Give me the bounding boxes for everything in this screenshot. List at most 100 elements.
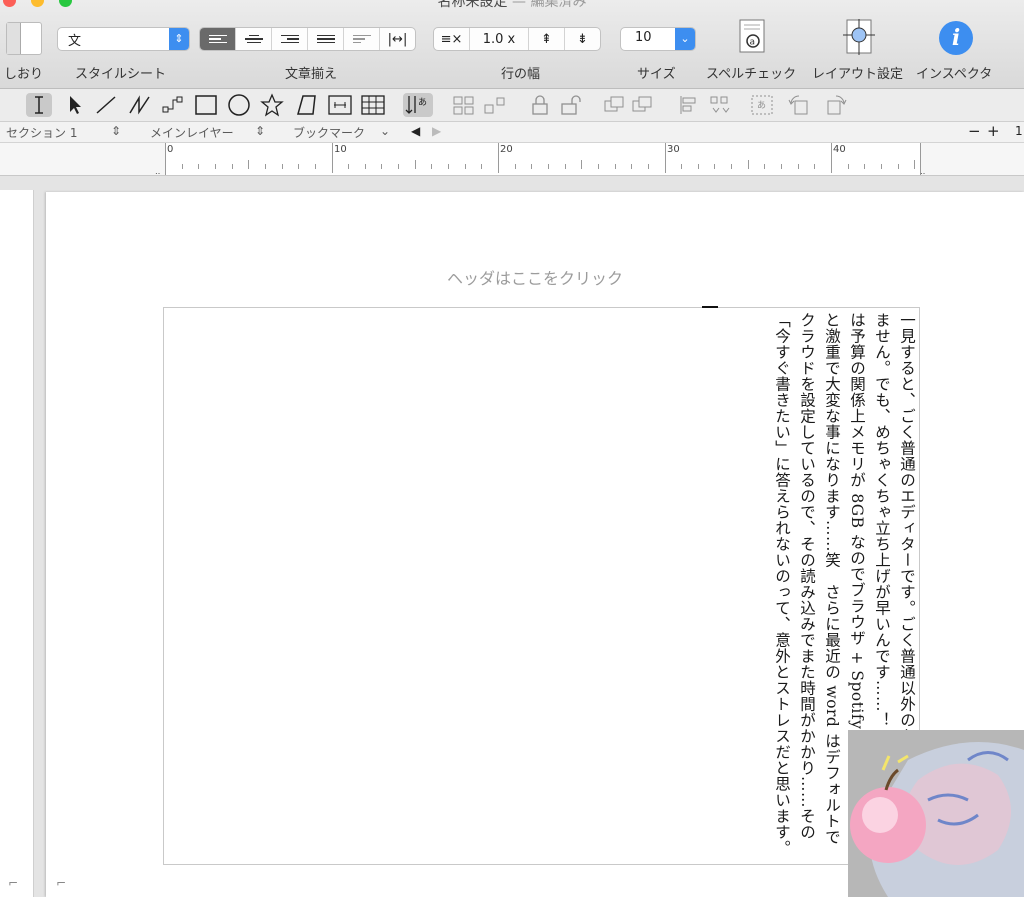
ruler-tick — [181, 164, 183, 169]
ruler-tick — [531, 164, 533, 169]
lock-icon — [532, 95, 548, 115]
spellcheck-label: スペルチェック — [706, 67, 797, 82]
polygon-icon — [297, 95, 316, 115]
lock-tool[interactable] — [527, 93, 553, 117]
group-icon — [453, 96, 474, 115]
ruler-mark: 40 — [833, 144, 846, 155]
align-left-button[interactable] — [200, 28, 236, 50]
vertical-text-tool[interactable]: あ — [403, 93, 433, 117]
align-objects-tool[interactable] — [677, 93, 737, 117]
ellipse-tool[interactable] — [226, 93, 252, 117]
rectangle-icon — [195, 95, 217, 115]
ruler-tick — [747, 160, 749, 169]
star-tool[interactable] — [259, 93, 285, 117]
zoom-in-button[interactable]: + — [987, 122, 1000, 140]
justify-button[interactable] — [308, 28, 344, 50]
table-icon — [361, 95, 385, 115]
ruler-tick — [714, 164, 716, 169]
chevron-down-icon: ⌄ — [675, 28, 695, 50]
toolbar: 名称未設定 — 編集済み しおり 文 ⇕ スタイルシート |↔| 文章揃え ≡×… — [0, 0, 1024, 89]
line-spacing-label: 行の幅 — [501, 67, 541, 82]
table-tool[interactable] — [360, 93, 386, 117]
clear-spacing-button[interactable]: ≡× — [434, 28, 470, 50]
ruler-tick — [614, 164, 616, 169]
text-box-icon — [328, 95, 352, 115]
arrow-tool[interactable] — [61, 93, 87, 117]
polygon-tool[interactable] — [294, 93, 320, 117]
ruler-tick — [214, 164, 216, 169]
svg-text:a: a — [750, 38, 756, 48]
ungroup-tool[interactable] — [482, 93, 508, 117]
line-spacing-value[interactable]: 1.0 x — [470, 28, 529, 50]
ruler-tick — [248, 160, 250, 169]
page-corner-mark: ⌐ — [8, 876, 19, 890]
bookmark-select[interactable]: ブックマーク — [293, 124, 365, 141]
align-right-icon — [280, 34, 299, 44]
layout-settings-button[interactable] — [843, 19, 875, 55]
rectangle-tool[interactable] — [193, 93, 219, 117]
distribute-button[interactable]: |↔| — [380, 28, 415, 50]
apple-illustration — [850, 742, 1024, 897]
align-center-button[interactable] — [236, 28, 272, 50]
previous-arrow-icon[interactable]: ◀ — [411, 124, 420, 138]
ruler-tick — [381, 164, 383, 169]
distribute-icon: あ — [751, 95, 773, 115]
next-arrow-icon[interactable]: ▶ — [432, 124, 441, 138]
ruler-tick — [797, 164, 799, 169]
rotate-left-tool[interactable] — [787, 93, 813, 117]
connector-tool[interactable] — [160, 93, 186, 117]
inspector-button[interactable]: i — [939, 21, 973, 55]
justify-icon — [316, 34, 335, 44]
zoom-out-button[interactable]: − — [968, 122, 981, 140]
text-cursor-icon — [35, 96, 43, 114]
text-box-tool[interactable] — [327, 93, 353, 117]
right-indent-marker-icon[interactable]: ‥ — [920, 167, 925, 176]
svg-text:あ: あ — [757, 100, 766, 111]
clear-format-icon: ≡× — [440, 31, 463, 47]
ruler-tick — [731, 164, 733, 169]
rotate-right-tool[interactable] — [822, 93, 848, 117]
ruler-tick — [831, 143, 832, 173]
align-right-button[interactable] — [272, 28, 308, 50]
line-spacing-decrease-icon: ⇞ — [541, 31, 552, 47]
decrease-spacing-button[interactable]: ⇞ — [529, 28, 565, 50]
line-icon — [96, 96, 116, 114]
star-icon — [260, 93, 284, 117]
bookmarks-toggle-button[interactable] — [6, 22, 42, 55]
horizontal-ruler[interactable]: 0 10 20 30 40 ‥ ‥ — [0, 143, 1024, 176]
ruler-tick — [414, 160, 416, 169]
align-icon — [680, 96, 730, 114]
line-spacing-control: ≡× 1.0 x ⇞ ⇟ — [433, 27, 601, 51]
distribute-tool[interactable]: あ — [749, 93, 775, 117]
layout-settings-icon — [843, 19, 875, 55]
ruler-tick — [864, 164, 866, 169]
ruler-tick — [464, 164, 466, 169]
align-center-icon — [244, 34, 263, 44]
ruler-tick — [314, 164, 316, 169]
line-tool[interactable] — [93, 93, 119, 117]
ruler-mark: 0 — [167, 144, 174, 155]
grid-align-button[interactable] — [344, 28, 380, 50]
group-tool[interactable] — [451, 93, 477, 117]
connector-icon — [162, 96, 183, 113]
spellcheck-button[interactable]: a — [738, 19, 768, 55]
header-placeholder[interactable]: ヘッダはここをクリック — [46, 265, 1024, 289]
unlock-tool[interactable] — [558, 93, 584, 117]
font-size-select[interactable]: 10 ⌄ — [620, 27, 696, 51]
section-select[interactable]: セクション 1 — [6, 124, 77, 141]
layout-settings-label: レイアウト設定 — [812, 67, 904, 82]
spellcheck-icon: a — [739, 19, 765, 53]
stylesheet-label: スタイルシート — [75, 67, 167, 82]
ruler-tick — [880, 164, 882, 169]
freehand-tool[interactable] — [127, 93, 153, 117]
text-frame[interactable]: 一見すると、ごく普通のエディターです。ごく普通以外のなにものでもありません。でも… — [163, 306, 920, 865]
arrange-tool[interactable] — [602, 93, 656, 117]
text-cursor-tool[interactable] — [26, 93, 52, 117]
left-indent-marker-icon[interactable]: ‥ — [155, 167, 160, 176]
line-spacing-increase-icon: ⇟ — [577, 31, 588, 47]
ruler-tick — [398, 164, 400, 169]
increase-spacing-button[interactable]: ⇟ — [565, 28, 600, 50]
stylesheet-select[interactable]: 文 ⇕ — [57, 27, 190, 51]
ruler-tick — [814, 164, 816, 169]
layer-select[interactable]: メインレイヤー — [150, 124, 234, 141]
